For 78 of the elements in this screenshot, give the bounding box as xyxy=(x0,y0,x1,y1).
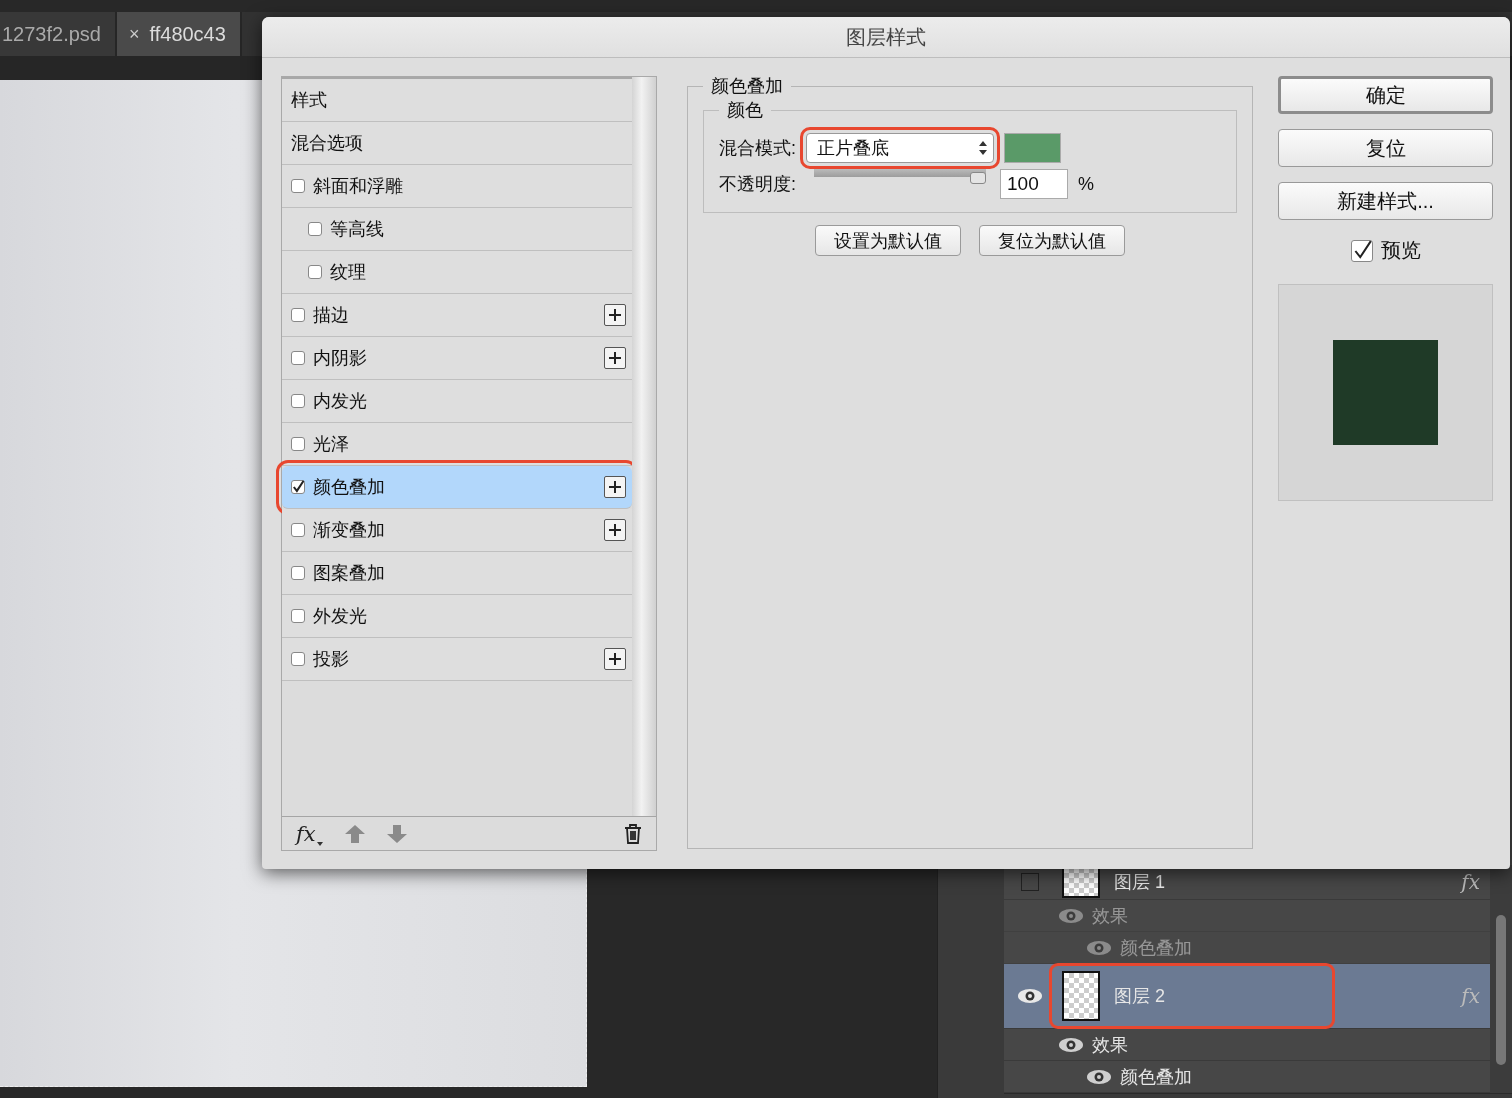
eye-icon xyxy=(1086,939,1112,956)
document-tab[interactable]: 1273f2.psd xyxy=(0,12,117,56)
up-arrow-icon xyxy=(344,824,365,843)
dialog-title: 图层样式 xyxy=(262,17,1510,58)
style-label: 内阴影 xyxy=(313,347,368,370)
plus-icon xyxy=(609,352,621,364)
plus-icon xyxy=(609,481,621,493)
style-label: 纹理 xyxy=(330,261,367,284)
effects-label: 效果 xyxy=(1092,904,1128,928)
add-button[interactable] xyxy=(604,304,626,326)
style-label: 外发光 xyxy=(313,605,368,628)
color-swatch[interactable] xyxy=(1004,133,1061,163)
effects-label: 效果 xyxy=(1092,1033,1128,1057)
checkbox[interactable] xyxy=(291,523,305,537)
default-value-button[interactable]: 复位为默认值 xyxy=(979,225,1125,256)
plus-icon xyxy=(609,309,621,321)
checkbox[interactable] xyxy=(291,609,305,623)
opacity-field[interactable]: 100 xyxy=(1000,169,1068,199)
tab-label: ff480c43 xyxy=(149,22,226,46)
add-button[interactable] xyxy=(604,347,626,369)
eye-icon xyxy=(1086,1068,1112,1085)
checkbox[interactable] xyxy=(1350,239,1373,262)
checkbox[interactable] xyxy=(291,394,305,408)
fx-icon: fx xyxy=(1461,870,1480,894)
checkbox[interactable] xyxy=(291,179,305,193)
field-label: 不透明度: xyxy=(719,173,796,196)
style-label: 等高线 xyxy=(330,218,385,241)
field-label: 混合模式: xyxy=(719,137,796,160)
plus-icon xyxy=(609,524,621,536)
layer-thumbnail xyxy=(1062,971,1100,1021)
checkbox[interactable] xyxy=(308,265,322,279)
eye-icon xyxy=(1058,907,1084,924)
checkbox[interactable] xyxy=(291,437,305,451)
checkbox[interactable] xyxy=(291,652,305,666)
caret-icon xyxy=(316,841,323,846)
checkbox[interactable] xyxy=(308,222,322,236)
close-button[interactable]: × xyxy=(129,23,140,45)
slider-thumb[interactable] xyxy=(970,172,986,184)
style-label: 斜面和浮雕 xyxy=(313,175,404,198)
checkbox[interactable] xyxy=(291,308,305,322)
layer-name: 图层 1 xyxy=(1114,871,1166,894)
style-label: 颜色叠加 xyxy=(313,476,386,499)
scrollbar[interactable] xyxy=(1490,865,1512,1093)
checkbox[interactable] xyxy=(291,480,305,494)
add-button[interactable] xyxy=(604,476,626,498)
plus-icon xyxy=(609,653,621,665)
fx-button[interactable]: fx xyxy=(296,821,323,846)
stepper-icon xyxy=(979,141,987,155)
trash-icon xyxy=(624,823,642,844)
unit-label: % xyxy=(1078,173,1095,195)
checkbox[interactable] xyxy=(291,566,305,580)
dialog-button[interactable]: 确定 xyxy=(1278,76,1493,114)
check-mark-icon xyxy=(291,480,305,494)
document-tab[interactable]: × ff480c43 xyxy=(117,12,242,56)
style-label: 渐变叠加 xyxy=(313,519,386,542)
effect-name: 颜色叠加 xyxy=(1120,1065,1192,1089)
eye-icon xyxy=(1017,988,1043,1004)
checkbox[interactable] xyxy=(291,351,305,365)
group-title: 颜色叠加 xyxy=(710,75,784,98)
group-title: 颜色 xyxy=(726,99,764,122)
eye-icon xyxy=(1058,1036,1084,1053)
scrollbar[interactable] xyxy=(632,77,656,816)
visibility-toggle[interactable] xyxy=(1021,873,1039,891)
dialog-button[interactable]: 复位 xyxy=(1278,129,1493,167)
add-button[interactable] xyxy=(604,648,626,670)
style-label: 投影 xyxy=(313,648,350,671)
style-label: 图案叠加 xyxy=(313,562,386,585)
effect-name: 颜色叠加 xyxy=(1120,936,1192,960)
down-arrow-icon xyxy=(386,824,407,843)
default-value-button[interactable]: 设置为默认值 xyxy=(815,225,961,256)
style-label: 描边 xyxy=(313,304,350,327)
checkbox-label: 预览 xyxy=(1380,238,1421,263)
layer-name: 图层 2 xyxy=(1114,985,1166,1008)
fx-icon: fx xyxy=(1461,984,1480,1008)
dialog-button[interactable]: 新建样式... xyxy=(1278,182,1493,220)
style-label: 内发光 xyxy=(313,390,368,413)
add-button[interactable] xyxy=(604,519,626,541)
style-label: 光泽 xyxy=(313,433,350,456)
